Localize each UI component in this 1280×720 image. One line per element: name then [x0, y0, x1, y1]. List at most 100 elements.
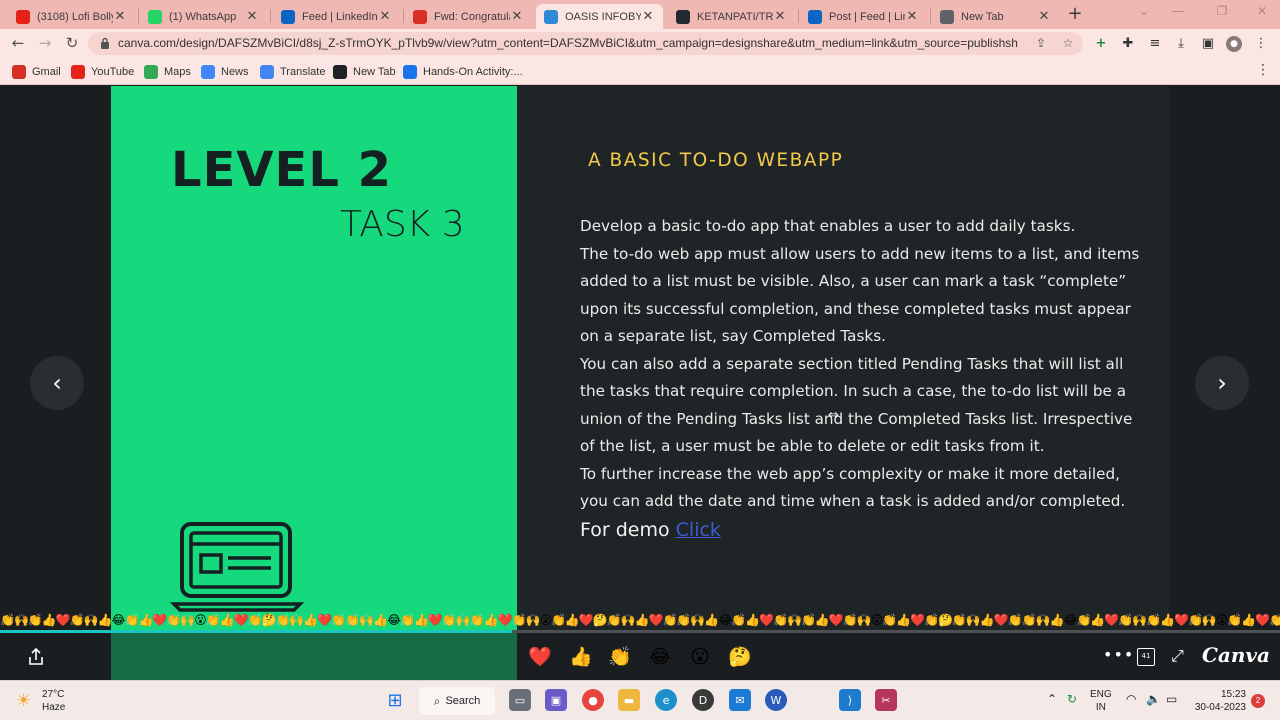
forward-button[interactable]: →	[35, 33, 55, 53]
bar-green-segment	[111, 633, 517, 680]
slide-body-line: on a separate list, say Completed Tasks.	[580, 327, 886, 345]
bookmark-item[interactable]: Gmail	[12, 63, 61, 80]
close-window-button[interactable]: ✕	[1252, 4, 1272, 22]
bookmark-item[interactable]: News	[201, 63, 249, 80]
weather-text: 27°C Haze	[42, 688, 65, 714]
weather-sun-icon: ☀	[16, 691, 32, 711]
battery-icon[interactable]: ▭	[1166, 692, 1177, 706]
dell-icon[interactable]: D	[692, 689, 714, 711]
close-tab-icon[interactable]: ✕	[905, 9, 919, 24]
bookmark-star-icon[interactable]: ☆	[1061, 36, 1075, 50]
tab-title: New Tab	[961, 10, 1004, 23]
chrome-taskbar-icon[interactable]: ●	[582, 689, 604, 711]
share-icon[interactable]	[26, 647, 46, 667]
tab-title: (1) WhatsApp	[169, 10, 237, 23]
close-tab-icon[interactable]: ✕	[245, 9, 259, 24]
maximize-button[interactable]: ❐	[1212, 4, 1232, 22]
share-page-icon[interactable]: ⇪	[1034, 36, 1048, 50]
demo-link[interactable]: Click	[676, 519, 721, 541]
sync-icon[interactable]: ↻	[1067, 692, 1077, 706]
browser-tab[interactable]: (1) WhatsApp ✕	[140, 4, 267, 29]
close-tab-icon[interactable]: ✕	[378, 9, 392, 24]
search-icon: ⌕	[433, 693, 441, 708]
add-extension-icon[interactable]: +	[1093, 36, 1109, 52]
page-counter[interactable]: 41	[1137, 648, 1155, 666]
language-indicator[interactable]: ENG IN	[1090, 688, 1112, 714]
new-tab-button[interactable]: +	[1066, 5, 1084, 23]
download-icon[interactable]: ⤓	[1173, 36, 1189, 52]
browser-tab[interactable]: Fwd: Congratulati✕	[405, 4, 532, 29]
file-explorer-icon[interactable]: ▬	[618, 689, 640, 711]
slide-body-line: You can also add a separate section titl…	[580, 354, 1124, 373]
address-bar[interactable]: canva.com/design/DAFSZMvBiCI/d8sj_Z-sTrm…	[88, 32, 1083, 55]
clap-reaction[interactable]: 👏	[608, 645, 632, 669]
surprised-reaction[interactable]: 😮	[688, 645, 712, 669]
level-heading: LEVEL 2	[171, 142, 393, 198]
wifi-icon[interactable]: ◠	[1126, 692, 1136, 706]
browser-tab[interactable]: OASIS INFOBYTE✕	[536, 4, 663, 29]
taskbar-search-button[interactable]: ⌕ Search	[419, 687, 495, 715]
tab-separator	[798, 9, 799, 23]
thumbs-up-reaction[interactable]: 👍	[569, 645, 593, 669]
volume-icon[interactable]: 🔈	[1146, 692, 1161, 706]
canva-icon	[544, 9, 558, 24]
minimize-button[interactable]: —	[1168, 4, 1188, 22]
demo-line: For demo Click	[580, 519, 721, 541]
mail-icon[interactable]: ✉	[729, 689, 751, 711]
bookmark-item[interactable]: YouTube	[71, 63, 134, 80]
canva-logo[interactable]: Canva	[1202, 643, 1270, 667]
weather-widget[interactable]: ☀ 27°C Haze	[16, 688, 65, 714]
heart-reaction[interactable]: ❤️	[528, 645, 552, 669]
bookmark-item[interactable]: New Tab	[333, 63, 396, 80]
slide-body-line: the tasks that require completion. In su…	[580, 382, 1127, 400]
back-button[interactable]: ←	[8, 33, 28, 53]
extensions-puzzle-icon[interactable]: ✚	[1120, 36, 1136, 52]
fullscreen-icon[interactable]: ⤢	[1171, 646, 1184, 666]
profile-avatar[interactable]: ●	[1226, 36, 1242, 52]
vscode-icon[interactable]: ⟩	[839, 689, 861, 711]
bookmark-label: Gmail	[32, 65, 61, 78]
close-tab-icon[interactable]: ✕	[641, 9, 655, 24]
browser-tab[interactable]: New Tab ✕	[932, 4, 1059, 29]
notification-badge[interactable]: 2	[1251, 694, 1265, 708]
reading-list-icon[interactable]: ≡	[1147, 36, 1163, 52]
clock[interactable]: 15:23 30-04-2023	[1190, 688, 1246, 714]
reload-button[interactable]: ↻	[62, 33, 82, 53]
chrome-icon	[403, 64, 417, 79]
edge-icon[interactable]: e	[655, 689, 677, 711]
search-label: Search	[445, 695, 481, 707]
snipping-tool-icon[interactable]: ✂	[875, 689, 897, 711]
github-icon	[676, 9, 690, 24]
chrome-menu-icon[interactable]: ⋮	[1253, 36, 1269, 52]
tray-overflow-icon[interactable]: ⌃	[1047, 692, 1057, 706]
bookmark-item[interactable]: Hands-On Activity:...	[403, 63, 523, 80]
close-tab-icon[interactable]: ✕	[1037, 9, 1051, 24]
browser-tab[interactable]: Feed | LinkedIn ✕	[273, 4, 400, 29]
laugh-reaction[interactable]: 😂	[648, 645, 672, 669]
previous-slide-button[interactable]: ‹	[30, 356, 84, 410]
side-panel-icon[interactable]: ▣	[1200, 36, 1216, 52]
bookmark-item[interactable]: Maps	[144, 63, 191, 80]
browser-tab[interactable]: (3108) Lofi Bollyw✕	[8, 4, 135, 29]
windows-start-icon[interactable]: ⊞	[384, 689, 406, 711]
tab-title: (3108) Lofi Bollyw	[37, 10, 113, 23]
close-tab-icon[interactable]: ✕	[113, 9, 127, 24]
close-tab-icon[interactable]: ✕	[510, 9, 524, 24]
translate-icon	[260, 64, 274, 79]
thinking-reaction[interactable]: 🤔	[728, 645, 752, 669]
tab-search-icon[interactable]: ⌄	[1134, 4, 1154, 22]
browser-tab[interactable]: KETANPATI/TRIBU✕	[668, 4, 795, 29]
bookmark-item[interactable]: Translate	[260, 63, 325, 80]
next-slide-button[interactable]: ›	[1195, 356, 1249, 410]
bookmark-label: Hands-On Activity:...	[423, 65, 523, 78]
slide-right-panel: A BASIC TO-DO WEBAPP Develop a basic to-…	[517, 86, 1169, 632]
teams-chat-icon[interactable]: ▣	[545, 689, 567, 711]
bookmarks-overflow-icon[interactable]: ⋮	[1256, 62, 1270, 78]
task-subheading: TASK 3	[340, 204, 465, 245]
browser-tab[interactable]: Post | Feed | Link✕	[800, 4, 927, 29]
word-icon[interactable]: W	[765, 689, 787, 711]
close-tab-icon[interactable]: ✕	[773, 9, 787, 24]
url-text[interactable]: canva.com/design/DAFSZMvBiCI/d8sj_Z-sTrm…	[118, 36, 1018, 50]
task-view-icon[interactable]: ▭	[509, 689, 531, 711]
more-options-icon[interactable]: •••	[1103, 645, 1134, 664]
